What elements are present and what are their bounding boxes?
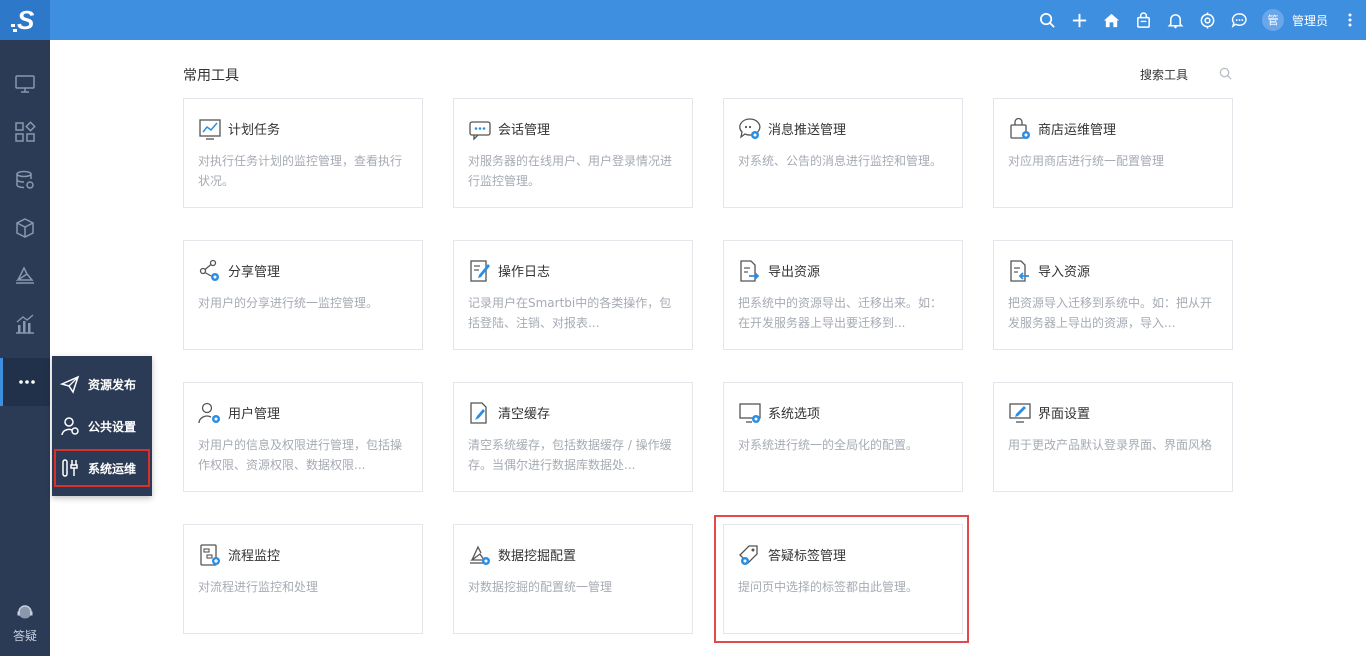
card-desc: 把资源导入迁移到系统中。如：把从开发服务器上导出的资源，导入...: [1008, 296, 1213, 330]
settings-gear-icon[interactable]: [1192, 0, 1224, 40]
flyout-item-label: 资源发布: [88, 377, 137, 392]
card-desc: 对用户的分享进行统一监控管理。: [198, 296, 379, 310]
card-desc: 对服务器的在线用户、用户登录情况进行监控管理。: [468, 154, 673, 188]
schedule-chart-icon: [199, 119, 221, 140]
message-push-icon: [739, 118, 761, 139]
card-title: 界面设置: [1038, 407, 1091, 422]
card-desc: 把系统中的资源导出、迁移出来。如：在开发服务器上导出要迁移到...: [738, 296, 943, 330]
import-icon: [1010, 260, 1029, 282]
search-tools-icon[interactable]: [1219, 67, 1232, 80]
card-desc: 对执行任务计划的监控管理，查看执行状况。: [198, 154, 403, 188]
card-title: 导入资源: [1038, 265, 1091, 280]
section-title: 常用工具: [183, 68, 239, 84]
plus-icon[interactable]: [1064, 0, 1096, 40]
cube-icon[interactable]: [0, 204, 50, 252]
card-title: 商店运维管理: [1038, 123, 1117, 138]
card-desc: 记录用户在Smartbi中的各类操作，包括登陆、注销、对报表...: [468, 296, 672, 330]
sidebar: 答疑: [0, 40, 50, 656]
home-icon[interactable]: [1096, 0, 1128, 40]
export-icon: [740, 260, 760, 282]
clear-cache-icon: [470, 402, 487, 424]
tool-card-import-resource[interactable]: 导入资源 把资源导入迁移到系统中。如：把从开发服务器上导出的资源，导入...: [993, 240, 1233, 350]
search-icon[interactable]: [1032, 0, 1064, 40]
tool-card-session-manage[interactable]: 会话管理 对服务器的在线用户、用户登录情况进行监控管理。: [453, 98, 693, 208]
session-icon: [469, 121, 491, 141]
flyout-item-public-settings[interactable]: 公共设置: [52, 405, 152, 447]
tool-card-schedule-task[interactable]: 计划任务 对执行任务计划的监控管理，查看执行状况。: [183, 98, 423, 208]
card-desc: 对数据挖掘的配置统一管理: [468, 580, 613, 594]
tool-card-tag-manage[interactable]: 答疑标签管理 提问页中选择的标签都由此管理。: [723, 524, 963, 634]
card-desc: 对用户的信息及权限进行管理，包括操作权限、资源权限、数据权限...: [198, 438, 403, 472]
system-options-icon: [739, 403, 761, 423]
tool-card-data-mining[interactable]: 数据挖掘配置 对数据挖掘的配置统一管理: [453, 524, 693, 634]
share-icon: [199, 259, 219, 281]
tool-card-export-resource[interactable]: 导出资源 把系统中的资源导出、迁移出来。如：在开发服务器上导出要迁移到...: [723, 240, 963, 350]
bag-icon[interactable]: [1128, 0, 1160, 40]
username-label[interactable]: 管理员: [1292, 12, 1328, 29]
user-gear-icon: [61, 417, 79, 436]
chat-icon[interactable]: [1224, 0, 1256, 40]
tool-card-system-options[interactable]: 系统选项 对系统进行统一的全局化的配置。: [723, 382, 963, 492]
store-ops-icon: [1010, 117, 1030, 139]
flyout-item-resource-publish[interactable]: 资源发布: [52, 363, 152, 405]
tool-card-message-push[interactable]: 消息推送管理 对系统、公告的消息进行监控和管理。: [723, 98, 963, 208]
more-icon[interactable]: [0, 358, 50, 406]
tool-card-clear-cache[interactable]: 清空缓存 清空系统缓存，包括数据缓存 / 操作缓存。当偶尔进行数据库数据处...: [453, 382, 693, 492]
card-title: 答疑标签管理: [768, 549, 847, 564]
card-title: 计划任务: [228, 123, 281, 138]
tool-card-flow-monitor[interactable]: 流程监控 对流程进行监控和处理: [183, 524, 423, 634]
help-headset-icon: [17, 605, 33, 619]
card-desc: 清空系统缓存，包括数据缓存 / 操作缓存。当偶尔进行数据库数据处...: [468, 438, 672, 472]
card-title: 清空缓存: [498, 407, 551, 422]
flyout-item-label: 公共设置: [88, 419, 137, 434]
help-button[interactable]: 答疑: [0, 603, 50, 644]
database-icon[interactable]: [0, 156, 50, 204]
card-desc: 用于更改产品默认登录界面、界面风格: [1008, 438, 1213, 452]
top-bar: S 管 管理员: [0, 0, 1366, 40]
chart-icon[interactable]: [0, 300, 50, 348]
card-title: 用户管理: [228, 407, 281, 422]
send-icon: [60, 375, 80, 394]
card-title: 会话管理: [498, 123, 551, 138]
svg-text:S: S: [17, 6, 35, 34]
tool-card-ui-settings[interactable]: 界面设置 用于更改产品默认登录界面、界面风格: [993, 382, 1233, 492]
help-label: 答疑: [12, 629, 37, 643]
tag-manage-icon: [739, 545, 758, 565]
tools-icon: [62, 459, 78, 477]
kebab-menu-icon[interactable]: [1340, 0, 1360, 40]
card-desc: 对流程进行监控和处理: [198, 580, 319, 594]
flyout-menu: 资源发布 公共设置 系统运维: [52, 356, 152, 496]
tool-card-operation-log[interactable]: 操作日志 记录用户在Smartbi中的各类操作，包括登陆、注销、对报表...: [453, 240, 693, 350]
card-desc: 对系统、公告的消息进行监控和管理。: [738, 154, 943, 168]
card-desc: 对系统进行统一的全局化的配置。: [738, 438, 919, 452]
card-title: 导出资源: [768, 265, 821, 280]
card-title: 系统选项: [768, 407, 821, 422]
tool-card-user-manage[interactable]: 用户管理 对用户的信息及权限进行管理，包括操作权限、资源权限、数据权限...: [183, 382, 423, 492]
avatar[interactable]: 管: [1261, 9, 1284, 31]
tool-card-share-manage[interactable]: 分享管理 对用户的分享进行统一监控管理。: [183, 240, 423, 350]
card-title: 操作日志: [498, 265, 551, 280]
top-toolbar: 管 管理员: [1032, 0, 1366, 40]
flow-monitor-icon: [200, 544, 220, 566]
card-title: 数据挖掘配置: [498, 549, 577, 564]
card-title: 消息推送管理: [768, 123, 847, 138]
data-mining-icon: [470, 545, 490, 565]
grid-icon[interactable]: [0, 108, 50, 156]
card-desc: 对应用商店进行统一配置管理: [1008, 154, 1165, 168]
flyout-item-label: 系统运维: [88, 461, 137, 476]
log-icon: [470, 260, 490, 282]
ui-settings-icon: [1009, 403, 1031, 423]
monitor-icon[interactable]: [0, 60, 50, 108]
card-desc: 提问页中选择的标签都由此管理。: [738, 580, 919, 594]
app-logo[interactable]: S: [0, 0, 50, 40]
user-manage-icon: [198, 402, 220, 424]
card-title: 分享管理: [228, 265, 281, 280]
card-title: 流程监控: [228, 549, 281, 564]
layers-icon[interactable]: [0, 252, 50, 300]
flyout-item-system-ops[interactable]: 系统运维: [52, 447, 152, 489]
logo-icon: S: [11, 6, 35, 34]
tool-card-store-ops[interactable]: 商店运维管理 对应用商店进行统一配置管理: [993, 98, 1233, 208]
bell-icon[interactable]: [1160, 0, 1192, 40]
search-tools-link[interactable]: 搜索工具: [1140, 66, 1188, 83]
